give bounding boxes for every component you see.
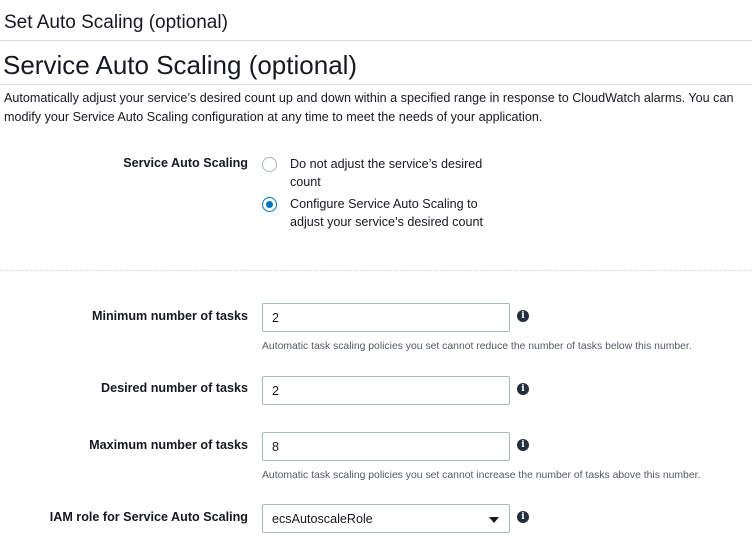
radio-do-not-adjust[interactable] — [262, 157, 277, 172]
radio-option-do-not-adjust[interactable]: Do not adjust the service’s desired coun… — [262, 155, 500, 191]
radio-configure[interactable] — [262, 197, 277, 212]
radio-do-not-adjust-label[interactable]: Do not adjust the service’s desired coun… — [290, 155, 500, 191]
info-icon[interactable]: i — [517, 439, 529, 451]
desired-tasks-input[interactable]: 2 — [262, 376, 510, 405]
radio-configure-label[interactable]: Configure Service Auto Scaling to adjust… — [290, 195, 500, 231]
radio-option-configure[interactable]: Configure Service Auto Scaling to adjust… — [262, 195, 500, 231]
maximum-tasks-hint: Automatic task scaling policies you set … — [262, 470, 701, 481]
minimum-tasks-label: Minimum number of tasks — [91, 309, 248, 323]
minimum-tasks-input[interactable]: 2 — [262, 303, 510, 332]
iam-role-label: IAM role for Service Auto Scaling — [49, 510, 248, 524]
info-icon[interactable]: i — [517, 511, 529, 523]
page-heading: Set Auto Scaling (optional) — [4, 12, 228, 33]
section-divider — [0, 84, 752, 85]
service-auto-scaling-label: Service Auto Scaling — [123, 156, 248, 170]
heading-divider — [0, 40, 752, 41]
iam-role-select[interactable]: ecsAutoscaleRole — [262, 504, 510, 533]
section-title: Service Auto Scaling (optional) — [3, 50, 358, 80]
info-icon[interactable]: i — [517, 383, 529, 395]
section-description: Automatically adjust your service’s desi… — [4, 91, 734, 124]
section-separator — [0, 270, 752, 271]
maximum-tasks-label: Maximum number of tasks — [89, 438, 248, 452]
caret-down-icon[interactable] — [489, 517, 499, 523]
maximum-tasks-input[interactable]: 8 — [262, 432, 510, 461]
info-icon[interactable]: i — [517, 310, 529, 322]
minimum-tasks-hint: Automatic task scaling policies you set … — [262, 341, 692, 352]
iam-role-selected-value: ecsAutoscaleRole — [272, 512, 373, 526]
desired-tasks-label: Desired number of tasks — [101, 381, 248, 395]
